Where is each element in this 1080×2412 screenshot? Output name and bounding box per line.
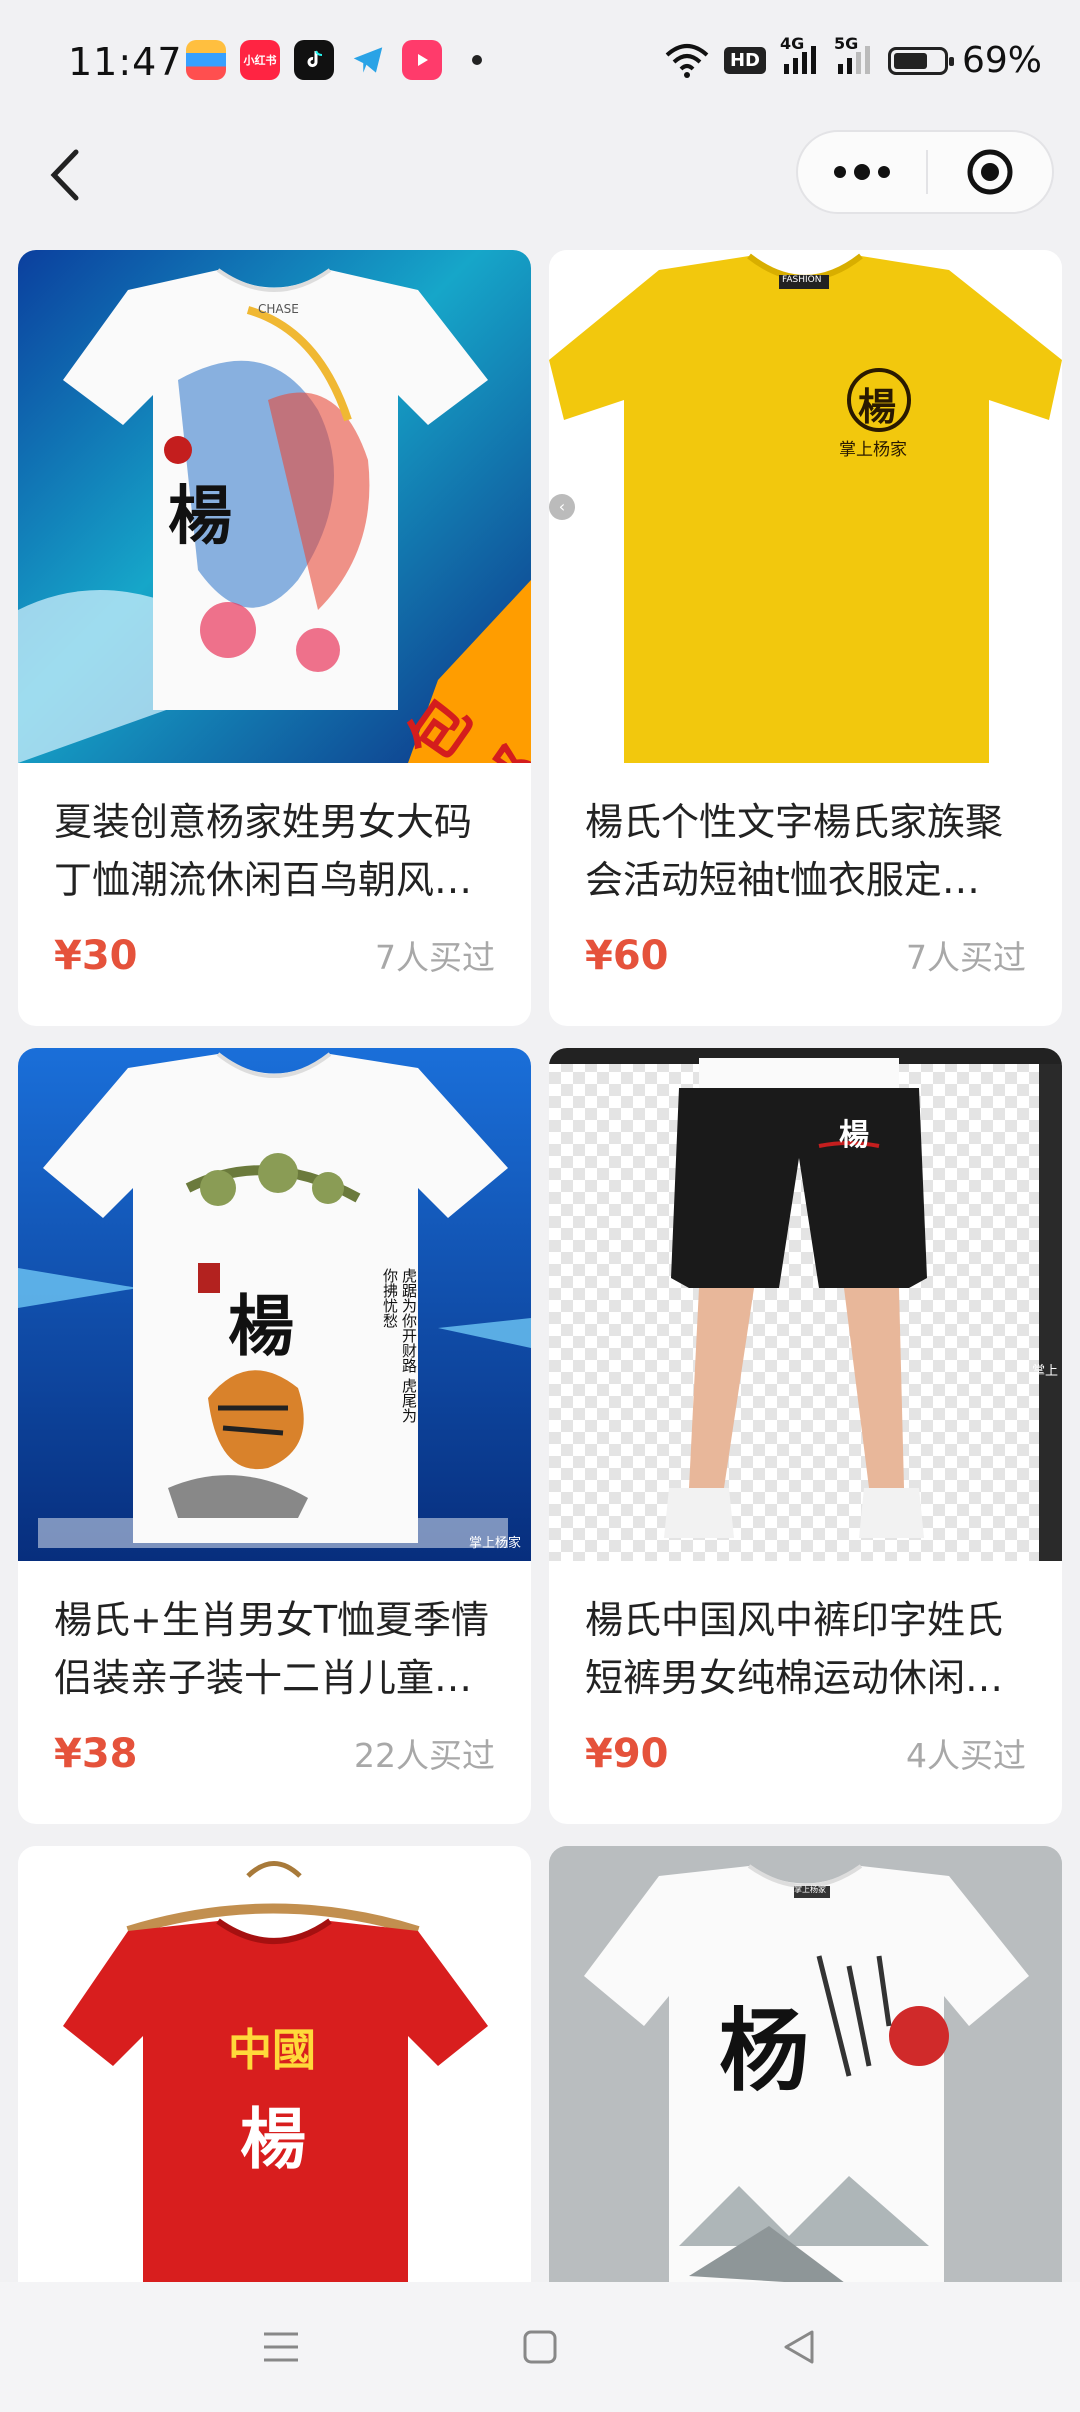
nav-back-button[interactable]: [774, 2322, 824, 2372]
shirt-print-subtext: 中國: [228, 2025, 316, 2076]
brand-tag: CHASE: [258, 302, 299, 316]
shirt-print-subtext: 掌上杨家: [839, 440, 907, 460]
battery-icon: [887, 46, 954, 75]
more-icon: [834, 166, 846, 178]
xiaohongshu-icon: 小红书: [240, 40, 280, 80]
menu-button[interactable]: [256, 2322, 306, 2372]
product-card[interactable]: 楊 掌上 楊氏中国风中裤印字姓氏短裤男女纯棉运动休闲… ¥90 4人买过: [549, 1048, 1062, 1824]
product-image: 楊 CHASE 包邮: [18, 250, 531, 763]
signal-5g: 5G: [834, 34, 874, 80]
product-grid: 楊 CHASE 包邮 夏装创意杨家姓男女大码丁恤潮流休闲百鸟朝风… ¥30 7人…: [18, 250, 1062, 2306]
sold-count: 7人买过: [375, 938, 495, 977]
sold-count: 7人买过: [906, 938, 1026, 977]
back-triangle-icon: [784, 2330, 814, 2364]
product-image: 楊 虎踞为你开财路 虎尾为你拂忧愁 掌上杨家: [18, 1048, 531, 1561]
product-card[interactable]: 中國 楊: [18, 1846, 531, 2306]
shirt-print-char: 楊: [858, 384, 897, 429]
product-title: 楊氏+生肖男女T恤夏季情侣装亲子装十二肖儿童…: [54, 1598, 490, 1700]
home-square-icon: [523, 2330, 557, 2364]
brand-tag: FASHION: [782, 275, 822, 285]
product-price: ¥38: [54, 1731, 138, 1777]
product-image: FASHION 楊 掌上杨家 ‹: [549, 250, 1062, 763]
product-title: 楊氏中国风中裤印字姓氏短裤男女纯棉运动休闲…: [585, 1598, 1004, 1700]
shirt-print-char: 楊: [839, 1118, 869, 1153]
telegram-icon: [348, 40, 388, 80]
product-card[interactable]: 掌上杨家 杨: [549, 1846, 1062, 2306]
home-button[interactable]: [515, 2322, 565, 2372]
product-card[interactable]: 楊 虎踞为你开财路 虎尾为你拂忧愁 掌上杨家 楊氏+生肖男女T恤夏季情侣装亲子装…: [18, 1048, 531, 1824]
more-notifications-icon: [472, 55, 482, 65]
more-button[interactable]: [798, 132, 926, 212]
battery-level: 69%: [961, 40, 1042, 81]
shirt-print-char: 楊: [168, 479, 232, 554]
close-miniprogram-button[interactable]: [928, 147, 1052, 197]
brand-tag: 掌上杨家: [794, 1885, 826, 1894]
chevron-left-icon: [50, 149, 79, 201]
tiktok-icon: [294, 40, 334, 80]
back-button[interactable]: [40, 140, 100, 210]
product-title: 夏装创意杨家姓男女大码丁恤潮流休闲百鸟朝风…: [54, 800, 473, 902]
carousel-prev-icon[interactable]: ‹: [549, 494, 575, 520]
sold-count: 4人买过: [906, 1736, 1026, 1775]
wallet-icon: [186, 40, 226, 80]
product-image: 掌上杨家 杨: [549, 1846, 1062, 2306]
notification-icons: 小红书: [186, 40, 482, 80]
product-price: ¥90: [585, 1731, 669, 1777]
product-card[interactable]: FASHION 楊 掌上杨家 ‹ 楊氏个性文字楊氏家族聚会活动短袖t恤衣服定… …: [549, 250, 1062, 1026]
shirt-poem: 虎踞为你开财路 虎尾为你拂忧愁: [381, 1268, 418, 1423]
clock: 11:47: [68, 40, 183, 84]
shirt-print-char: 杨: [719, 1998, 809, 2104]
system-nav-bar: [0, 2282, 1080, 2412]
product-price: ¥60: [585, 933, 669, 979]
sold-count: 22人买过: [354, 1736, 495, 1775]
mini-program-capsule: [796, 130, 1054, 214]
product-image: 中國 楊: [18, 1846, 531, 2306]
watermark: 掌上杨家: [468, 1536, 521, 1551]
product-title: 楊氏个性文字楊氏家族聚会活动短袖t恤衣服定…: [585, 800, 1004, 902]
target-icon: [967, 149, 1013, 195]
wifi-icon: [665, 43, 709, 78]
signal-4g: 4G: [780, 34, 820, 80]
system-icons: HD 4G 5G 69%: [664, 34, 1042, 81]
product-price: ¥30: [54, 933, 138, 979]
product-card[interactable]: 楊 CHASE 包邮 夏装创意杨家姓男女大码丁恤潮流休闲百鸟朝风… ¥30 7人…: [18, 250, 531, 1026]
shirt-print-char: 楊: [240, 2100, 306, 2178]
shirt-print-char: 楊: [228, 1287, 294, 1365]
hd-voice-badge: HD: [723, 47, 766, 74]
status-bar: 11:47 小红书 HD 4G 5G 69%: [0, 0, 1080, 124]
video-icon: [402, 40, 442, 80]
menu-icon: [264, 2332, 298, 2362]
product-image: 楊 掌上: [549, 1048, 1062, 1561]
watermark: 掌上: [1031, 1364, 1058, 1379]
